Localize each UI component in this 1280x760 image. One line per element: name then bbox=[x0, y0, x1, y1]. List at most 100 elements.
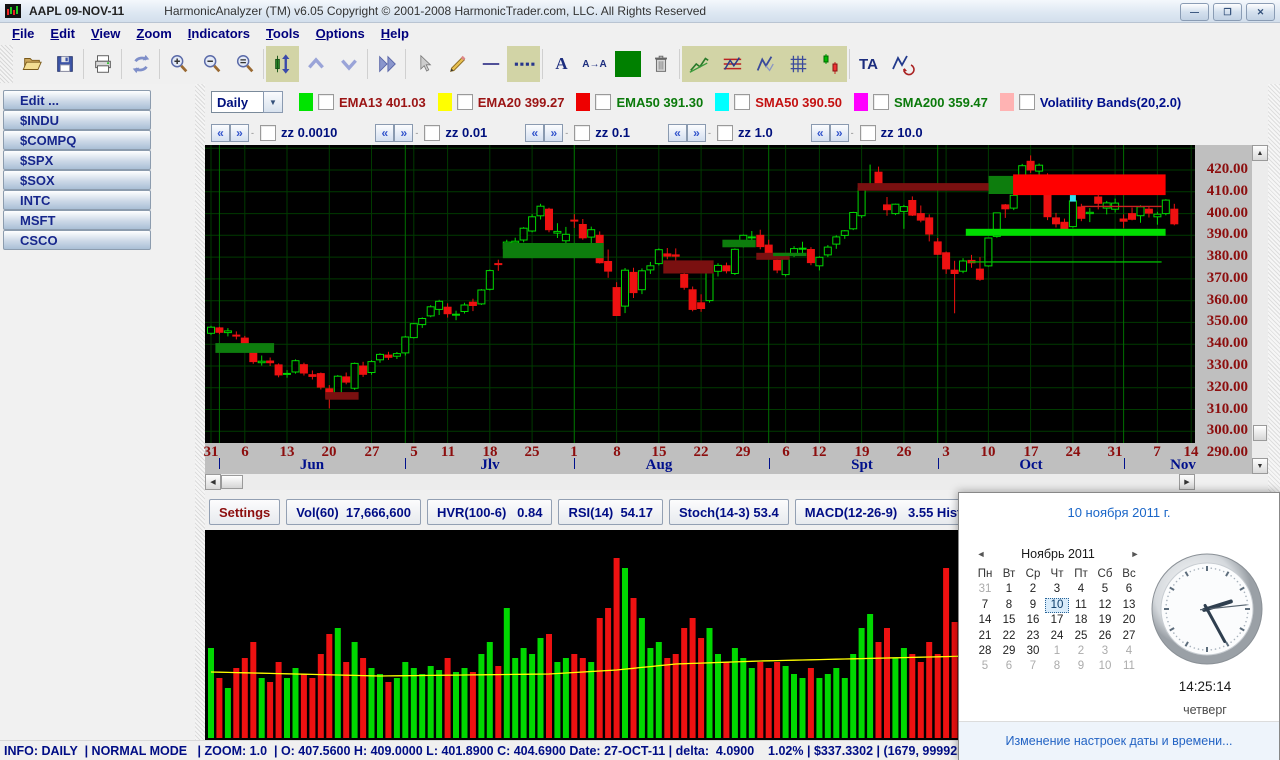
calendar-day[interactable]: 5 bbox=[1093, 582, 1117, 597]
close-button[interactable]: ✕ bbox=[1246, 3, 1275, 21]
zz-checkbox[interactable] bbox=[717, 125, 733, 141]
calendar-day[interactable]: 15 bbox=[997, 613, 1021, 628]
calendar-day[interactable]: 3 bbox=[1093, 644, 1117, 659]
calendar-day[interactable]: 21 bbox=[973, 629, 997, 644]
legend-checkbox[interactable] bbox=[1019, 94, 1035, 110]
calendar-day[interactable]: 24 bbox=[1045, 629, 1069, 644]
chevron-down-icon[interactable]: ▼ bbox=[263, 91, 283, 113]
calendar-day[interactable]: 6 bbox=[1117, 582, 1141, 597]
zz-next-button[interactable]: » bbox=[230, 124, 249, 142]
zz-checkbox[interactable] bbox=[424, 125, 440, 141]
zz-next-button[interactable]: » bbox=[394, 124, 413, 142]
calendar-day[interactable]: 8 bbox=[997, 598, 1021, 613]
timeframe-combobox[interactable]: Daily ▼ bbox=[211, 91, 283, 113]
sidebar-item-indu[interactable]: $INDU bbox=[3, 110, 151, 130]
indicator-button-hvr[interactable]: HVR(100-6) 0.84 bbox=[427, 499, 553, 525]
toolbar-print[interactable] bbox=[86, 46, 119, 82]
calendar-day[interactable]: 1 bbox=[997, 582, 1021, 597]
toolbar-zoom-in[interactable] bbox=[162, 46, 195, 82]
calendar-day[interactable]: 28 bbox=[973, 644, 997, 659]
calendar-prev-icon[interactable]: ◄ bbox=[973, 549, 989, 559]
menu-zoom[interactable]: Zoom bbox=[128, 26, 179, 41]
zz-next-button[interactable]: » bbox=[687, 124, 706, 142]
horizontal-scrollbar[interactable]: ◀ ▶ bbox=[205, 474, 1195, 490]
calendar-day[interactable]: 5 bbox=[973, 659, 997, 674]
sidebar-item-compq[interactable]: $COMPQ bbox=[3, 130, 151, 150]
menu-help[interactable]: Help bbox=[373, 26, 417, 41]
toolbar-color-swatch[interactable] bbox=[611, 46, 644, 82]
zz-prev-button[interactable]: « bbox=[525, 124, 544, 142]
zz-prev-button[interactable]: « bbox=[668, 124, 687, 142]
toolbar-replay[interactable] bbox=[885, 46, 918, 82]
calendar-day[interactable]: 2 bbox=[1021, 582, 1045, 597]
price-chart[interactable] bbox=[205, 145, 1195, 443]
calendar-day[interactable]: 25 bbox=[1069, 629, 1093, 644]
calendar-day[interactable]: 9 bbox=[1069, 659, 1093, 674]
toolbar-delete-drawing[interactable] bbox=[644, 46, 677, 82]
vertical-scrollbar[interactable]: ▲ ▼ bbox=[1252, 145, 1268, 474]
indicator-button-rsi[interactable]: RSI(14) 54.17 bbox=[558, 499, 663, 525]
zz-checkbox[interactable] bbox=[860, 125, 876, 141]
zz-next-button[interactable]: » bbox=[544, 124, 563, 142]
calendar-day[interactable]: 17 bbox=[1045, 613, 1069, 628]
zz-checkbox[interactable] bbox=[574, 125, 590, 141]
scroll-left-arrow[interactable]: ◀ bbox=[205, 474, 221, 490]
sidebar-item-spx[interactable]: $SPX bbox=[3, 150, 151, 170]
calendar-day[interactable]: 19 bbox=[1093, 613, 1117, 628]
toolbar-refresh[interactable] bbox=[124, 46, 157, 82]
calendar-day[interactable]: 1 bbox=[1045, 644, 1069, 659]
settings-button[interactable]: Settings bbox=[209, 499, 280, 525]
sidebar-splitter[interactable] bbox=[195, 84, 205, 740]
calendar-day[interactable]: 10 bbox=[1093, 659, 1117, 674]
calendar-day[interactable]: 20 bbox=[1117, 613, 1141, 628]
menu-options[interactable]: Options bbox=[308, 26, 373, 41]
sidebar-item-msft[interactable]: MSFT bbox=[3, 210, 151, 230]
calendar-day[interactable]: 11 bbox=[1117, 659, 1141, 674]
legend-checkbox[interactable] bbox=[318, 94, 334, 110]
toolbar-grid-toggle[interactable] bbox=[781, 46, 814, 82]
toolbar-zigzag-chart[interactable] bbox=[748, 46, 781, 82]
toolbar-text-label[interactable]: A bbox=[545, 46, 578, 82]
toolbar-line-chart[interactable] bbox=[682, 46, 715, 82]
sidebar-item-csco[interactable]: CSCO bbox=[3, 230, 151, 250]
menu-file[interactable]: File bbox=[4, 26, 42, 41]
sidebar-item-sox[interactable]: $SOX bbox=[3, 170, 151, 190]
calendar-day[interactable]: 10 bbox=[1045, 598, 1069, 613]
calendar-next-icon[interactable]: ► bbox=[1127, 549, 1143, 559]
toolbar-save[interactable] bbox=[48, 46, 81, 82]
legend-checkbox[interactable] bbox=[595, 94, 611, 110]
legend-checkbox[interactable] bbox=[457, 94, 473, 110]
toolbar-fast-forward[interactable] bbox=[370, 46, 403, 82]
toolbar-candle-chart[interactable] bbox=[814, 46, 847, 82]
calendar-day[interactable]: 23 bbox=[1021, 629, 1045, 644]
toolbar-draw-pencil[interactable] bbox=[441, 46, 474, 82]
minimize-button[interactable]: — bbox=[1180, 3, 1209, 21]
menu-edit[interactable]: Edit bbox=[42, 26, 83, 41]
toolbar-scroll-up[interactable] bbox=[299, 46, 332, 82]
horizontal-scroll-thumb[interactable] bbox=[221, 475, 243, 489]
zz-prev-button[interactable]: « bbox=[811, 124, 830, 142]
calendar-day[interactable]: 14 bbox=[973, 613, 997, 628]
calendar-day[interactable]: 18 bbox=[1069, 613, 1093, 628]
sidebar-item-intc[interactable]: INTC bbox=[3, 190, 151, 210]
calendar-day[interactable]: 16 bbox=[1021, 613, 1045, 628]
calendar-day[interactable]: 31 bbox=[973, 582, 997, 597]
scroll-down-arrow[interactable]: ▼ bbox=[1252, 458, 1268, 474]
zz-prev-button[interactable]: « bbox=[211, 124, 230, 142]
menu-indicators[interactable]: Indicators bbox=[180, 26, 258, 41]
calendar-day[interactable]: 7 bbox=[973, 598, 997, 613]
zz-prev-button[interactable]: « bbox=[375, 124, 394, 142]
zz-checkbox[interactable] bbox=[260, 125, 276, 141]
indicator-button-vol[interactable]: Vol(60) 17,666,600 bbox=[286, 499, 421, 525]
calendar-day[interactable]: 29 bbox=[997, 644, 1021, 659]
toolbar-zoom-reset[interactable] bbox=[228, 46, 261, 82]
toolbar-draw-dots[interactable] bbox=[507, 46, 540, 82]
legend-checkbox[interactable] bbox=[734, 94, 750, 110]
menu-view[interactable]: View bbox=[83, 26, 128, 41]
calendar-day[interactable]: 3 bbox=[1045, 582, 1069, 597]
calendar-day[interactable]: 4 bbox=[1117, 644, 1141, 659]
scroll-right-arrow[interactable]: ▶ bbox=[1179, 474, 1195, 490]
toolbar-grip[interactable] bbox=[0, 45, 13, 83]
toolbar-harmonic-levels[interactable] bbox=[715, 46, 748, 82]
vertical-scroll-thumb[interactable] bbox=[1253, 425, 1267, 441]
